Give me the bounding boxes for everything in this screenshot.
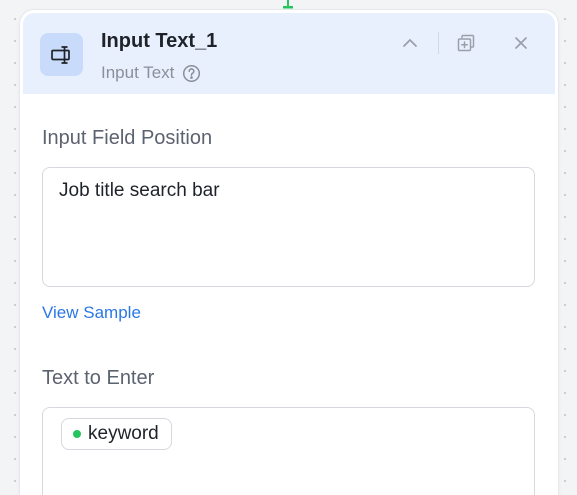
chevron-up-icon[interactable] [398, 31, 422, 55]
text-to-enter-label: Text to Enter [42, 367, 155, 389]
node-header: Input Text_1 Input Text [23, 13, 555, 94]
variable-chip-label: keyword [88, 423, 159, 444]
variable-chip[interactable]: keyword [61, 418, 172, 450]
node-subtitle-row: Input Text [101, 63, 201, 83]
connector-handle[interactable] [282, 0, 294, 9]
close-icon[interactable] [509, 31, 533, 55]
input-field-position-label: Input Field Position [42, 127, 213, 149]
node-subtitle: Input Text [101, 63, 175, 82]
input-field-position-textarea[interactable]: Job title search bar [42, 167, 535, 287]
text-to-enter-field[interactable]: keyword [42, 407, 535, 495]
header-divider [438, 32, 439, 54]
input-text-node-card[interactable]: Input Text_1 Input Text Input Field Posi… [20, 10, 558, 495]
input-field-position-value: Job title search bar [59, 180, 220, 201]
input-text-icon [40, 33, 83, 76]
help-circle-icon[interactable] [182, 64, 201, 83]
view-sample-link[interactable]: View Sample [42, 303, 141, 323]
node-title: Input Text_1 [101, 30, 218, 52]
variable-dot-icon [73, 430, 81, 438]
copy-icon[interactable] [454, 31, 478, 55]
